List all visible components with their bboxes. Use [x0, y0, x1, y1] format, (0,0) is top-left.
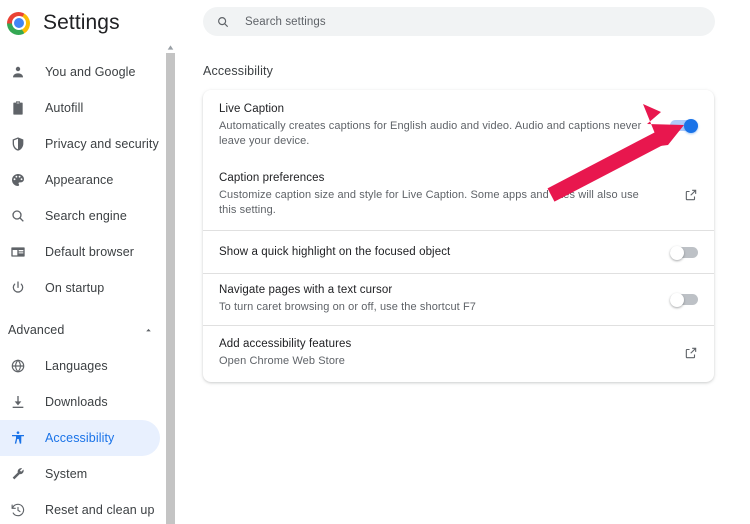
row-subtitle: Automatically creates captions for Engli… — [219, 120, 642, 147]
person-icon — [8, 62, 28, 82]
chevron-up-icon[interactable] — [143, 325, 154, 336]
brand-header: Settings — [0, 0, 178, 46]
row-text: Live Caption Automatically creates capti… — [219, 102, 670, 149]
power-icon — [8, 278, 28, 298]
sidebar-item-languages[interactable]: Languages — [0, 348, 178, 384]
row-title: Show a quick highlight on the focused ob… — [219, 245, 451, 258]
caret-browsing-toggle[interactable] — [670, 292, 698, 307]
row-text: Caption preferences Customize caption si… — [219, 171, 684, 218]
open-in-new-icon[interactable] — [684, 346, 698, 360]
sidebar-item-accessibility[interactable]: Accessibility — [0, 420, 160, 456]
live-caption-toggle[interactable] — [670, 119, 698, 133]
row-subtitle: To turn caret browsing on or off, use th… — [219, 301, 477, 313]
section-heading: Accessibility — [203, 64, 274, 78]
sidebar-item-appearance[interactable]: Appearance — [0, 162, 178, 198]
page-title: Settings — [43, 11, 120, 34]
row-add-accessibility-features[interactable]: Add accessibility features Open Chrome W… — [203, 326, 714, 382]
sidebar-item-label: Appearance — [45, 173, 114, 187]
sidebar-item-label: Languages — [45, 359, 108, 373]
magnifier-icon — [8, 206, 28, 226]
sidebar-item-label: Accessibility — [45, 431, 115, 445]
wrench-icon — [8, 464, 28, 484]
sidebar-section-label: Advanced — [8, 323, 65, 337]
sidebar-item-label: You and Google — [45, 65, 136, 79]
shield-icon — [8, 134, 28, 154]
row-live-caption[interactable]: Live Caption Automatically creates capti… — [203, 90, 714, 161]
search-input[interactable]: Search settings — [203, 7, 715, 36]
toggle-knob — [670, 292, 684, 307]
download-icon — [8, 392, 28, 412]
browser-window-icon — [8, 242, 28, 262]
search-icon — [216, 15, 230, 29]
row-title: Add accessibility features — [219, 338, 352, 350]
row-text: Navigate pages with a text cursor To tur… — [219, 283, 670, 315]
row-title: Caption preferences — [219, 172, 325, 184]
toggle-knob — [670, 245, 684, 260]
toggle-knob — [684, 119, 698, 133]
sidebar-item-label: Reset and clean up — [45, 503, 155, 517]
chrome-logo-icon — [7, 11, 30, 35]
sidebar-item-label: Search engine — [45, 209, 127, 223]
row-caret-browsing[interactable]: Navigate pages with a text cursor To tur… — [203, 274, 714, 325]
sidebar-scrollbar[interactable] — [165, 42, 176, 524]
accessibility-person-icon — [8, 428, 28, 448]
search-placeholder: Search settings — [245, 15, 326, 28]
sidebar-item-you-and-google[interactable]: You and Google — [0, 54, 178, 90]
row-text: Add accessibility features Open Chrome W… — [219, 337, 684, 369]
sidebar-item-on-startup[interactable]: On startup — [0, 270, 178, 306]
sidebar-nav-list: You and Google Autofill Privacy and secu… — [0, 46, 178, 524]
row-text: Show a quick highlight on the focused ob… — [219, 245, 670, 260]
open-in-new-icon[interactable] — [684, 188, 698, 202]
sidebar-item-system[interactable]: System — [0, 456, 178, 492]
sidebar-item-label: Privacy and security — [45, 137, 159, 151]
sidebar-item-privacy-and-security[interactable]: Privacy and security — [0, 126, 178, 162]
history-restore-icon — [8, 500, 28, 520]
row-title: Navigate pages with a text cursor — [219, 284, 393, 296]
sidebar: Settings You and Google Autofill Privacy — [0, 0, 178, 524]
palette-icon — [8, 170, 28, 190]
sidebar-item-downloads[interactable]: Downloads — [0, 384, 178, 420]
sidebar-item-default-browser[interactable]: Default browser — [0, 234, 178, 270]
sidebar-item-label: Autofill — [45, 101, 84, 115]
clipboard-icon — [8, 98, 28, 118]
row-subtitle: Open Chrome Web Store — [219, 355, 346, 367]
row-caption-preferences[interactable]: Caption preferences Customize caption si… — [203, 161, 714, 230]
globe-icon — [8, 356, 28, 376]
sidebar-item-search-engine[interactable]: Search engine — [0, 198, 178, 234]
sidebar-item-label: On startup — [45, 281, 105, 295]
sidebar-item-label: Default browser — [45, 245, 135, 259]
settings-window: Settings You and Google Autofill Privacy — [0, 0, 750, 524]
row-title: Live Caption — [219, 103, 285, 115]
quick-highlight-toggle[interactable] — [670, 245, 698, 260]
sidebar-section-advanced[interactable]: Advanced — [0, 314, 178, 346]
sidebar-item-label: System — [45, 467, 88, 481]
sidebar-item-autofill[interactable]: Autofill — [0, 90, 178, 126]
main-content: Search settings Accessibility Live Capti… — [178, 0, 750, 524]
sidebar-item-label: Downloads — [45, 395, 108, 409]
sidebar-item-reset-and-clean-up[interactable]: Reset and clean up — [0, 492, 178, 524]
scrollbar-thumb[interactable] — [166, 53, 175, 524]
accessibility-settings-card: Live Caption Automatically creates capti… — [203, 90, 714, 382]
scroll-up-arrow-icon[interactable] — [165, 42, 176, 53]
row-subtitle: Customize caption size and style for Liv… — [219, 189, 639, 216]
row-quick-highlight[interactable]: Show a quick highlight on the focused ob… — [203, 231, 714, 273]
